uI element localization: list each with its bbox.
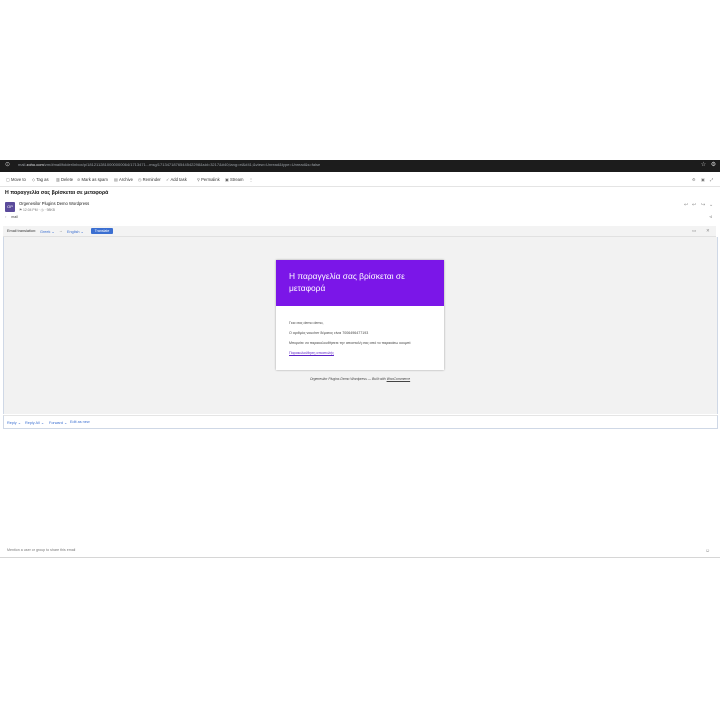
voucher-text: Ο αριθμός voucher δέματος είναι 70064964… [289, 331, 369, 335]
url-text[interactable]: mail.zoho.com/zm/#mail/folder/inbox/p/18… [18, 162, 668, 167]
extensions-icon[interactable]: ⚙ [710, 162, 717, 169]
bookmark-icon[interactable]: ☆ [700, 162, 707, 169]
permalink-button[interactable]: ⚲Permalink [197, 177, 220, 182]
reply-icon[interactable]: ↩ [684, 202, 688, 208]
more-actions-icon[interactable]: ⌄ [709, 202, 713, 208]
source-language-select[interactable]: Greek ⌄ [40, 229, 55, 234]
email-card: Η παραγγελία σας βρίσκεται σε μεταφορά Γ… [276, 260, 444, 370]
message-size: 98KB [46, 208, 55, 212]
forward-button[interactable]: Forward ⌄ [49, 420, 67, 425]
reply-bar: Reply ⌄ Reply All ⌄ Forward ⌄ Edit as ne… [3, 415, 718, 429]
archive-icon: ▤ [114, 177, 118, 182]
email-toolbar: ▢Move to ◇Tag as ▥Delete ⊘Mark as spam ▤… [0, 174, 720, 187]
more-options-icon[interactable]: ⋮ [249, 177, 253, 182]
message-time: 12:04 PM [23, 208, 38, 212]
permalink-icon: ⚲ [197, 177, 201, 182]
sender-name[interactable]: Orgenesilor Plugins Demo Wordpress [19, 201, 89, 206]
email-subject: Η παραγγελία σας βρίσκεται σε μεταφορά [5, 190, 109, 196]
move-icon: ▢ [6, 177, 10, 182]
reply-all-icon[interactable]: ↩ [692, 202, 696, 208]
archive-button[interactable]: ▤Archive [114, 177, 133, 182]
mention-hint[interactable]: Mention a user or group to share this em… [7, 548, 75, 552]
stream-button[interactable]: ▣Stream [225, 177, 243, 182]
email-header-banner: Η παραγγελία σας βρίσκεται σε μεταφορά [276, 260, 444, 306]
delete-icon: ▥ [56, 177, 60, 182]
settings-icon[interactable]: ⚙ [692, 177, 696, 182]
sender-avatar[interactable]: OP [5, 202, 15, 212]
site-info-icon[interactable]: ⊙ [4, 162, 11, 169]
recipient-line: ◦ mail [5, 215, 18, 219]
reminder-button[interactable]: ◷Reminder [138, 177, 161, 182]
forward-icon[interactable]: ↪ [701, 202, 705, 208]
tag-add-icon[interactable]: ⊲ [709, 214, 712, 219]
track-shipment-link[interactable]: Παρακολούθηση αποστολής [289, 351, 334, 355]
divider [0, 557, 720, 558]
target-language-select[interactable]: English ⌄ [67, 229, 84, 234]
translation-bar: Email translation: Greek ⌄ → English ⌄ T… [3, 226, 716, 237]
emoji-icon[interactable]: ☺ [705, 548, 710, 554]
stream-icon: ▣ [225, 177, 229, 182]
greeting-text: Γεια σας demo demo, [289, 321, 324, 325]
reminder-icon: ◷ [138, 177, 142, 182]
dot-separator: · [38, 208, 40, 212]
mark-as-spam-button[interactable]: ⊘Mark as spam [77, 177, 108, 182]
view-icon[interactable]: ▣ [701, 177, 705, 182]
expand-icon[interactable]: ⤢ [710, 177, 713, 182]
spam-icon: ⊘ [77, 177, 81, 182]
recipient-label[interactable]: mail [11, 215, 18, 219]
delete-button[interactable]: ▥Delete [56, 177, 73, 182]
email-footer: Orgenesilor Plugins Demo Wordpress — Bui… [309, 377, 411, 381]
reply-all-button[interactable]: Reply All ⌄ [25, 420, 44, 425]
message-meta: ⚑ 12:04 PM · ◷ · 98KB [19, 208, 55, 212]
dot-separator: · [44, 208, 46, 212]
tag-icon: ◇ [32, 177, 36, 182]
tag-as-button[interactable]: ◇Tag as [32, 177, 49, 182]
tracking-text: Μπορείτε να παρακολουθήσετε την αποστολή… [289, 341, 412, 345]
move-to-button[interactable]: ▢Move to [6, 177, 26, 182]
copy-icon[interactable]: ▭ [692, 228, 696, 234]
email-title: Η παραγγελία σας βρίσκεται σε μεταφορά [289, 271, 405, 293]
reply-button[interactable]: Reply ⌄ [7, 420, 21, 425]
to-icon: ◦ [5, 215, 7, 219]
woocommerce-link[interactable]: WooCommerce [387, 377, 411, 381]
edit-as-new-button[interactable]: Edit as new [70, 420, 90, 424]
add-task-button[interactable]: ✓Add task [166, 177, 187, 182]
browser-address-bar: ⊙ mail.zoho.com/zm/#mail/folder/inbox/p/… [0, 160, 720, 172]
task-icon: ✓ [166, 177, 170, 182]
translate-button[interactable]: Translate [91, 228, 113, 234]
translation-label: Email translation: [7, 229, 37, 233]
arrow-icon: → [59, 229, 63, 233]
close-icon[interactable]: ✕ [706, 228, 710, 234]
flag-icon[interactable]: ⚑ [19, 208, 22, 212]
